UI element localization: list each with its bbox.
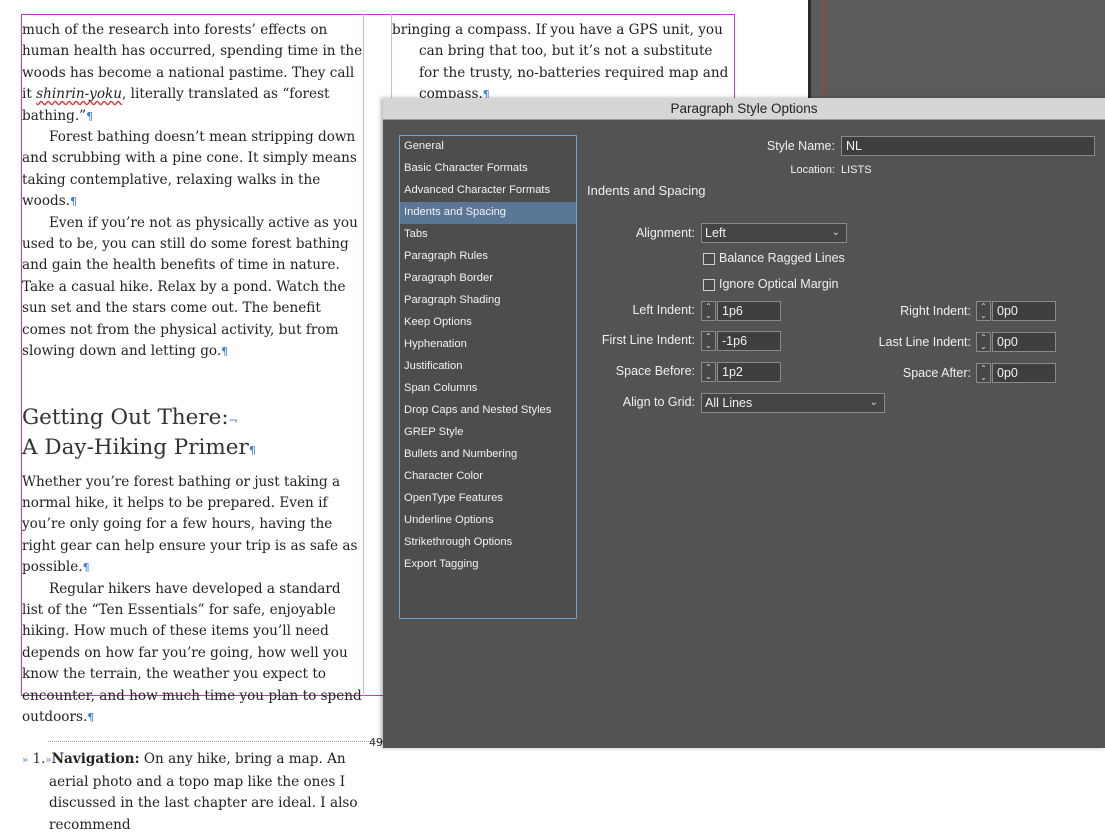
balance-ragged-label: Balance Ragged Lines (719, 251, 845, 265)
space-after-label: Space After: (902, 366, 971, 380)
category-item-advanced-character-formats[interactable]: Advanced Character Formats (400, 180, 576, 202)
category-item-basic-character-formats[interactable]: Basic Character Formats (400, 158, 576, 180)
text-column-2[interactable]: bringing a compass. If you have a GPS un… (392, 20, 736, 106)
align-to-grid-label: Align to Grid: (622, 395, 695, 409)
last-line-indent-field[interactable]: 0p0 (992, 332, 1056, 352)
location-value: LISTS (841, 164, 872, 176)
category-item-tabs[interactable]: Tabs (400, 224, 576, 246)
paragraph-1: much of the research into forests’ effec… (22, 22, 363, 124)
category-item-justification[interactable]: Justification (400, 356, 576, 378)
category-item-paragraph-rules[interactable]: Paragraph Rules (400, 246, 576, 268)
category-item-export-tagging[interactable]: Export Tagging (400, 554, 576, 576)
text-column-1[interactable]: much of the research into forests’ effec… (22, 20, 363, 836)
dialog-title: Paragraph Style Options (383, 98, 1105, 120)
category-item-general[interactable]: General (400, 136, 576, 158)
left-indent-field[interactable]: 1p6 (717, 301, 781, 321)
right-indent-field[interactable]: 0p0 (992, 301, 1056, 321)
chevron-down-icon: ⌄ (869, 397, 878, 408)
pasteboard (810, 0, 1105, 100)
space-after-field[interactable]: 0p0 (992, 363, 1056, 383)
last-line-indent-label: Last Line Indent: (878, 335, 971, 349)
last-line-indent-stepper[interactable]: ⌃ ⌄ (976, 332, 991, 352)
page-edge (808, 0, 811, 100)
alignment-dropdown[interactable]: Left ⌄ (701, 223, 847, 243)
category-item-drop-caps-and-nested-styles[interactable]: Drop Caps and Nested Styles (400, 400, 576, 422)
right-indent-label: Right Indent: (900, 304, 971, 318)
category-item-indents-and-spacing[interactable]: Indents and Spacing (400, 202, 576, 224)
section-heading: Getting Out There:¬ A Day-Hiking Primer¶ (22, 404, 256, 460)
space-before-field[interactable]: 1p2 (717, 362, 781, 382)
location-label: Location: (790, 164, 835, 176)
space-before-stepper[interactable]: ⌃ ⌄ (701, 362, 716, 382)
left-indent-stepper[interactable]: ⌃ ⌄ (701, 301, 716, 321)
margin-guide (48, 741, 383, 742)
category-item-bullets-and-numbering[interactable]: Bullets and Numbering (400, 444, 576, 466)
paragraph-2: Forest bathing doesn’t mean stripping do… (22, 129, 357, 210)
category-item-keep-options[interactable]: Keep Options (400, 312, 576, 334)
page-number: 49 (369, 736, 383, 749)
style-name-label: Style Name: (766, 139, 835, 153)
list-item-navigation: » 1.»Navigation: On any hike, bring a ma… (22, 751, 358, 833)
space-before-label: Space Before: (615, 364, 695, 378)
category-item-paragraph-shading[interactable]: Paragraph Shading (400, 290, 576, 312)
category-item-hyphenation[interactable]: Hyphenation (400, 334, 576, 356)
paragraph-3: Even if you’re not as physically active … (22, 214, 358, 360)
category-item-paragraph-border[interactable]: Paragraph Border (400, 268, 576, 290)
alignment-label: Alignment: (635, 226, 695, 240)
ignore-optical-checkbox[interactable] (703, 279, 715, 291)
first-line-indent-field[interactable]: -1p6 (717, 331, 781, 351)
paragraph-col2: bringing a compass. If you have a GPS un… (392, 22, 729, 103)
category-item-strikethrough-options[interactable]: Strikethrough Options (400, 532, 576, 554)
category-item-span-columns[interactable]: Span Columns (400, 378, 576, 400)
paragraph-4: Whether you’re forest bathing or just ta… (22, 473, 358, 576)
category-item-underline-options[interactable]: Underline Options (400, 510, 576, 532)
align-to-grid-dropdown[interactable]: All Lines ⌄ (701, 393, 885, 413)
first-line-indent-label: First Line Indent: (601, 333, 695, 347)
category-list[interactable]: General Basic Character Formats Advanced C… (399, 135, 577, 619)
paragraph-style-options-dialog: Paragraph Style Options General Basic Cha… (383, 98, 1105, 748)
space-after-stepper[interactable]: ⌃ ⌄ (976, 363, 991, 383)
left-indent-label: Left Indent: (632, 303, 695, 317)
paragraph-5: Regular hikers have developed a standard… (22, 580, 362, 725)
ignore-optical-label: Ignore Optical Margin (719, 277, 839, 291)
category-item-character-color[interactable]: Character Color (400, 466, 576, 488)
section-title: Indents and Spacing (587, 183, 706, 198)
category-item-grep-style[interactable]: GREP Style (400, 422, 576, 444)
right-indent-stepper[interactable]: ⌃ ⌄ (976, 301, 991, 321)
category-item-opentype-features[interactable]: OpenType Features (400, 488, 576, 510)
first-line-indent-stepper[interactable]: ⌃ ⌄ (701, 331, 716, 351)
column-guide-left (363, 14, 364, 696)
style-name-field[interactable]: NL (841, 136, 1095, 156)
chevron-down-icon: ⌄ (831, 227, 840, 238)
balance-ragged-checkbox[interactable] (703, 253, 715, 265)
bleed-guide (822, 0, 823, 100)
